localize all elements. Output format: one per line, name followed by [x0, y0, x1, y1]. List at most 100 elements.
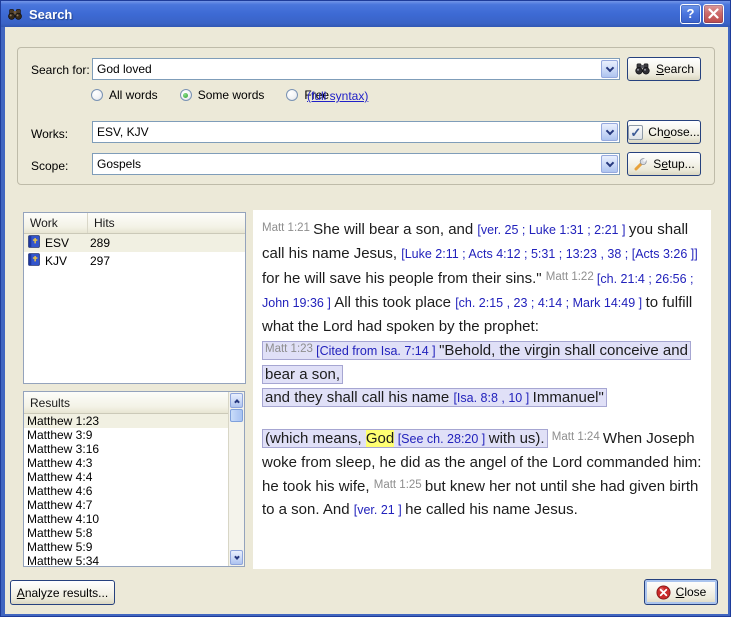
work-hits-header[interactable]: Work Hits: [24, 213, 245, 234]
titlebar: Search ?: [1, 1, 730, 27]
search-mode-option[interactable]: All words: [91, 88, 158, 102]
verse-number: Matt 1:23: [265, 343, 316, 355]
result-item[interactable]: Matthew 5:34: [24, 554, 228, 566]
hits-column-header[interactable]: Hits: [87, 213, 245, 233]
results-header[interactable]: Results: [24, 392, 228, 414]
search-dropdown-button[interactable]: [601, 60, 618, 78]
result-item[interactable]: Matthew 4:4: [24, 470, 228, 484]
cross-reference[interactable]: [Cited from Isa. 7:14 ]: [316, 344, 439, 358]
cross-reference[interactable]: [Isa. 8:8 , 10 ]: [453, 391, 532, 405]
verse-text-panel[interactable]: Matt 1:21 She will bear a son, and [ver.…: [253, 210, 711, 569]
checkmark-icon: ✓: [628, 125, 643, 140]
work-column-header[interactable]: Work: [24, 216, 87, 230]
full-syntax-link[interactable]: (full syntax): [307, 89, 368, 103]
verse-text: She will bear a son, and: [313, 221, 477, 238]
radio-button-icon[interactable]: [91, 89, 103, 101]
verse-text: (which means,: [265, 430, 366, 447]
result-item[interactable]: Matthew 4:6: [24, 484, 228, 498]
work-hits: 289: [83, 236, 110, 250]
choose-works-button[interactable]: ✓ Choose...: [627, 120, 701, 144]
search-dialog: Search ? Search for: God loved Search Al…: [0, 0, 731, 617]
work-table-row[interactable]: ESV289: [24, 234, 245, 252]
work-name: KJV: [45, 254, 83, 268]
search-hit-word: God: [366, 430, 394, 447]
cross-reference[interactable]: [ver. 21 ]: [354, 503, 405, 517]
works-combobox[interactable]: ESV, KJV: [92, 121, 620, 143]
verse-number: Matt 1:24: [552, 431, 603, 443]
scroll-up-button[interactable]: [230, 393, 243, 408]
work-table-row[interactable]: KJV297: [24, 252, 245, 270]
selected-verse-highlight: Matt 1:23 [Cited from Isa. 7:14 ] "Behol…: [262, 341, 691, 407]
work-rows: ESV289KJV297: [24, 234, 245, 270]
results-list: Matthew 1:23Matthew 3:9Matthew 3:16Matth…: [24, 414, 228, 566]
analyze-button-label: Analyze results...: [17, 586, 108, 600]
analyze-results-button[interactable]: Analyze results...: [10, 580, 115, 605]
result-item[interactable]: Matthew 5:9: [24, 540, 228, 554]
search-input-value[interactable]: God loved: [93, 62, 600, 76]
radio-label: All words: [109, 88, 158, 102]
result-item[interactable]: Matthew 5:8: [24, 526, 228, 540]
radio-label: Some words: [198, 88, 265, 102]
result-item[interactable]: Matthew 1:23: [24, 414, 228, 428]
result-item[interactable]: Matthew 3:9: [24, 428, 228, 442]
chevron-down-icon: [234, 554, 240, 560]
search-for-label: Search for:: [31, 63, 90, 77]
verse-text: he called his name Jesus.: [405, 501, 578, 518]
results-panel: Results Matthew 1:23Matthew 3:9Matthew 3…: [23, 391, 245, 567]
verse-text: All this took place: [334, 294, 455, 311]
setup-scope-button[interactable]: Setup...: [627, 152, 701, 176]
cross-reference[interactable]: [See ch. 28:20 ]: [394, 432, 489, 446]
scope-combobox[interactable]: Gospels: [92, 153, 620, 175]
works-value[interactable]: ESV, KJV: [93, 125, 600, 139]
result-item[interactable]: Matthew 4:10: [24, 512, 228, 526]
result-item[interactable]: Matthew 4:7: [24, 498, 228, 512]
choose-button-label: Choose...: [648, 125, 699, 139]
verse-text: for he will save his people from their s…: [262, 270, 546, 287]
close-button-label: Close: [676, 585, 707, 599]
close-button[interactable]: Close: [644, 579, 718, 605]
selected-verse-highlight: (which means, God [See ch. 28:20 ] with …: [262, 429, 548, 448]
window-title: Search: [29, 7, 72, 22]
close-circle-icon: [656, 585, 671, 600]
scroll-down-button[interactable]: [230, 550, 243, 565]
scope-value[interactable]: Gospels: [93, 157, 600, 171]
works-label: Works:: [31, 127, 68, 141]
scrollbar-thumb[interactable]: [230, 409, 243, 422]
search-mode-radios: All wordsSome wordsFree: [91, 87, 341, 103]
chevron-down-icon: [605, 158, 613, 166]
chevron-down-icon: [605, 126, 613, 134]
window-close-button[interactable]: [703, 4, 724, 24]
search-button-label: Search: [656, 62, 694, 76]
result-item[interactable]: Matthew 4:3: [24, 456, 228, 470]
verse-number: Matt 1:21: [262, 222, 313, 234]
search-combobox[interactable]: God loved: [92, 58, 620, 80]
help-button[interactable]: ?: [680, 4, 701, 24]
verse-text: with us).: [489, 430, 545, 447]
results-scrollbar[interactable]: [228, 392, 244, 566]
scope-label: Scope:: [31, 159, 68, 173]
chevron-up-icon: [234, 399, 240, 405]
cross-reference[interactable]: [ver. 25 ; Luke 1:31 ; 2:21 ]: [477, 223, 629, 237]
scope-dropdown-button[interactable]: [601, 155, 618, 173]
work-name: ESV: [45, 236, 83, 250]
verse-number: Matt 1:22: [546, 271, 597, 283]
verse-number: Matt 1:25: [374, 479, 425, 491]
works-dropdown-button[interactable]: [601, 123, 618, 141]
cross-reference[interactable]: [Luke 2:11 ; Acts 4:12 ; 5:31 ; 13:23 , …: [401, 247, 697, 261]
radio-button-icon[interactable]: [180, 89, 192, 101]
bible-book-icon: [28, 253, 40, 269]
cross-reference[interactable]: [ch. 2:15 , 23 ; 4:14 ; Mark 14:49 ]: [455, 296, 645, 310]
work-hits: 297: [83, 254, 110, 268]
bible-book-icon: [28, 235, 40, 251]
verse-text: and they shall call his name: [265, 389, 453, 406]
chevron-down-icon: [605, 63, 613, 71]
search-button[interactable]: Search: [627, 57, 701, 81]
search-mode-option[interactable]: Some words: [180, 88, 265, 102]
binoculars-icon: [634, 63, 651, 75]
result-item[interactable]: Matthew 3:16: [24, 442, 228, 456]
binoculars-icon: [7, 6, 23, 22]
verse-text: Immanuel": [533, 389, 604, 406]
radio-button-icon[interactable]: [286, 89, 298, 101]
full-syntax-link-text[interactable]: (full syntax): [307, 89, 368, 103]
setup-button-label: Setup...: [653, 157, 694, 171]
